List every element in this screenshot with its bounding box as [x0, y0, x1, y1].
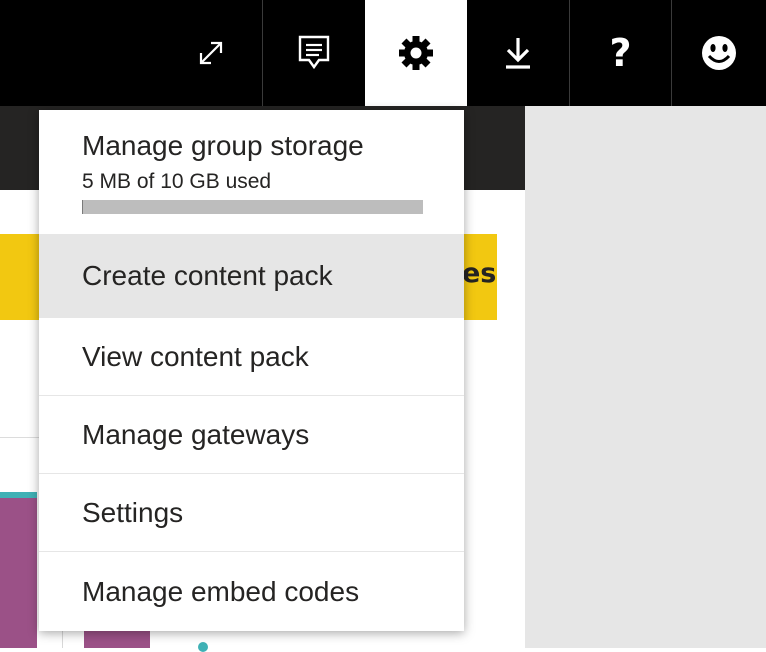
smiley-button[interactable]: [671, 0, 766, 106]
manage-group-storage[interactable]: Manage group storage 5 MB of 10 GB used: [39, 110, 464, 234]
top-bar: ?: [0, 0, 766, 106]
smiley-icon: [700, 34, 738, 72]
storage-title: Manage group storage: [82, 130, 364, 162]
menu-item-manage-gateways[interactable]: Manage gateways: [39, 395, 464, 473]
menu-item-label: Manage gateways: [82, 419, 309, 451]
divider: [0, 437, 40, 438]
download-icon: [503, 35, 533, 71]
download-button[interactable]: [467, 0, 569, 106]
menu-item-settings[interactable]: Settings: [39, 473, 464, 551]
menu-item-label: Create content pack: [82, 260, 333, 292]
question-mark-icon: ?: [609, 34, 631, 72]
menu-item-label: View content pack: [82, 341, 309, 373]
banner-text-fragment: es: [462, 258, 496, 289]
storage-progress-bar: [82, 200, 423, 214]
settings-button[interactable]: [365, 0, 467, 106]
settings-dropdown: Manage group storage 5 MB of 10 GB used …: [39, 110, 464, 631]
menu-item-manage-embed-codes[interactable]: Manage embed codes: [39, 551, 464, 631]
chart-bar-segment-purple: [0, 498, 37, 648]
comment-icon: [297, 34, 331, 72]
feedback-button[interactable]: [262, 0, 365, 106]
storage-used-text: 5 MB of 10 GB used: [82, 170, 271, 194]
fullscreen-button[interactable]: [160, 0, 262, 106]
menu-item-label: Settings: [82, 497, 183, 529]
menu-item-create-content-pack[interactable]: Create content pack: [39, 234, 464, 317]
legend-dot: [198, 642, 208, 652]
menu-item-label: Manage embed codes: [82, 576, 359, 608]
menu-item-view-content-pack[interactable]: View content pack: [39, 317, 464, 395]
expand-icon: [196, 38, 226, 68]
gear-icon: [397, 34, 435, 72]
help-button[interactable]: ?: [569, 0, 671, 106]
content-pane-right: [525, 106, 766, 648]
chart-bar-segment-purple: [84, 630, 150, 648]
